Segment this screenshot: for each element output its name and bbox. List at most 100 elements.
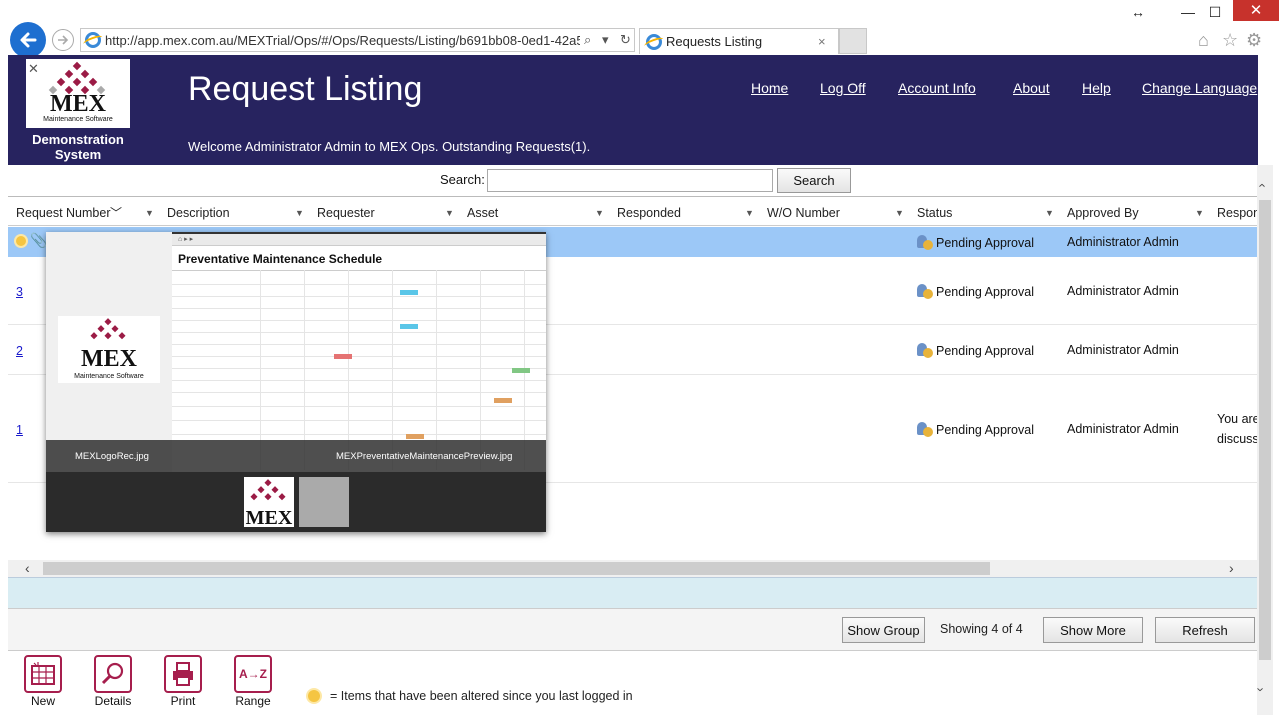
status-cell: Pending Approval — [917, 343, 1034, 358]
thumbnail-schedule[interactable] — [299, 477, 349, 527]
col-response[interactable]: Respon — [1217, 206, 1257, 220]
forward-arrow-icon — [58, 35, 69, 45]
scroll-right-icon[interactable]: › — [1229, 560, 1234, 576]
col-responded[interactable]: Responded — [617, 206, 681, 220]
logo-text: MEX — [50, 91, 106, 117]
col-description[interactable]: Description — [167, 206, 230, 220]
svg-text:MEX: MEX — [246, 507, 293, 527]
browser-tab[interactable]: Requests Listing × — [639, 28, 839, 54]
caption-logo-filename: MEXLogoRec.jpg — [75, 451, 149, 462]
pending-approval-icon — [917, 343, 933, 358]
filter-icon[interactable]: ▼ — [295, 208, 304, 218]
status-cell: Pending Approval — [917, 422, 1034, 437]
show-more-button[interactable]: Show More — [1043, 617, 1143, 643]
approved-by-cell: Administrator Admin — [1067, 235, 1179, 249]
pending-approval-icon — [917, 235, 933, 250]
col-requester[interactable]: Requester — [317, 206, 375, 220]
range-button[interactable]: A→Z — [234, 655, 272, 693]
col-approved-by[interactable]: Approved By — [1067, 206, 1139, 220]
filter-icon[interactable]: ▼ — [1195, 208, 1204, 218]
window-close-button[interactable]: ✕ — [1233, 0, 1279, 21]
details-button[interactable] — [94, 655, 132, 693]
forward-button[interactable] — [52, 29, 74, 51]
magnifier-icon — [101, 662, 124, 685]
grid-divider — [8, 196, 1257, 197]
col-wo-number[interactable]: W/O Number — [767, 206, 840, 220]
vertical-scroll-thumb[interactable] — [1259, 200, 1271, 660]
logo-subtext: Maintenance Software — [43, 116, 113, 123]
tab-title: Requests Listing — [666, 34, 763, 49]
approved-by-cell: Administrator Admin — [1067, 284, 1179, 298]
back-arrow-icon — [20, 32, 37, 48]
dropdown-icon[interactable]: ▾ — [602, 32, 616, 48]
print-label: Print — [170, 694, 196, 708]
approved-by-cell: Administrator Admin — [1067, 343, 1179, 357]
new-grid-icon — [31, 662, 55, 685]
maximize-button[interactable]: ☐ — [1203, 2, 1227, 22]
filter-icon[interactable]: ▼ — [145, 208, 154, 218]
response-cell-line1: You are — [1217, 412, 1257, 426]
url-text[interactable]: http://app.mex.com.au/MEXTrial/Ops/#/Ops… — [105, 33, 580, 48]
sort-chevron-icon[interactable]: ﹀ — [110, 204, 122, 221]
search-input[interactable] — [487, 169, 773, 192]
print-button[interactable] — [164, 655, 202, 693]
legend-text: = Items that have been altered since you… — [330, 689, 633, 703]
filter-icon[interactable]: ▼ — [745, 208, 754, 218]
window-resize-icon[interactable]: ↔ — [1128, 2, 1148, 22]
thumbnail-logo[interactable]: MEX — [244, 477, 294, 529]
legend: = Items that have been altered since you… — [308, 689, 633, 703]
scroll-down-icon[interactable]: › — [1254, 687, 1269, 691]
request-number-link[interactable]: 3 — [16, 285, 23, 299]
nav-account-info[interactable]: Account Info — [898, 80, 976, 96]
horizontal-scroll-thumb[interactable] — [43, 562, 990, 575]
filter-icon[interactable]: ▼ — [895, 208, 904, 218]
new-button[interactable] — [24, 655, 62, 693]
svg-text:Maintenance Software: Maintenance Software — [74, 373, 144, 380]
pending-approval-icon — [917, 284, 933, 299]
back-button[interactable] — [10, 22, 46, 58]
mex-logo-mark-icon: MEX Maintenance Software — [74, 318, 144, 380]
preview-pane-schedule[interactable]: ⌂ ▸ ▸ Preventative Maintenance Schedule — [172, 234, 546, 472]
refresh-button[interactable]: Refresh — [1155, 617, 1255, 643]
ie-tab-icon — [646, 33, 662, 50]
page-title: Request Listing — [188, 70, 423, 108]
scroll-left-icon[interactable]: ‹ — [25, 560, 30, 576]
status-text: Pending Approval — [936, 422, 1034, 437]
logo-close-icon[interactable]: ✕ — [28, 61, 39, 77]
show-group-button[interactable]: Show Group — [842, 617, 925, 643]
settings-gear-icon[interactable]: ⚙ — [1246, 30, 1262, 51]
request-number-link[interactable]: 1 — [16, 423, 23, 437]
a-to-z-icon: A→Z — [239, 667, 267, 681]
nav-log-off[interactable]: Log Off — [820, 80, 866, 96]
filter-icon[interactable]: ▼ — [595, 208, 604, 218]
printer-icon — [173, 662, 193, 686]
mex-logo-thumb-icon: MEX — [246, 479, 293, 529]
col-request-number[interactable]: Request Number — [16, 206, 111, 220]
altered-sun-icon — [308, 690, 320, 702]
minimize-button[interactable]: — — [1176, 2, 1200, 22]
col-status[interactable]: Status — [917, 206, 952, 220]
filter-icon[interactable]: ▼ — [1045, 208, 1054, 218]
address-bar[interactable]: http://app.mex.com.au/MEXTrial/Ops/#/Ops… — [80, 28, 635, 52]
scroll-up-icon[interactable]: › — [1254, 183, 1269, 187]
nav-about[interactable]: About — [1013, 80, 1050, 96]
nav-help[interactable]: Help — [1082, 80, 1111, 96]
refresh-icon[interactable]: ↻ — [620, 32, 634, 48]
record-count: Showing 4 of 4 — [940, 622, 1023, 636]
tab-close-icon[interactable]: × — [818, 34, 838, 49]
search-button[interactable]: Search — [777, 168, 851, 193]
nav-home[interactable]: Home — [751, 80, 788, 96]
nav-change-language[interactable]: Change Language — [1142, 80, 1257, 96]
svg-text:MEX: MEX — [81, 346, 138, 372]
preview-doc-title: Preventative Maintenance Schedule — [178, 252, 383, 266]
home-icon[interactable]: ⌂ — [1198, 30, 1209, 51]
col-asset[interactable]: Asset — [467, 206, 498, 220]
filter-icon[interactable]: ▼ — [445, 208, 454, 218]
request-number-link[interactable]: 2 — [16, 344, 23, 358]
group-by-area — [8, 577, 1257, 608]
search-icon[interactable]: ⌕ — [584, 32, 598, 48]
attachment-paperclip-icon[interactable]: 📎 — [30, 232, 47, 249]
favorites-star-icon[interactable]: ☆ — [1222, 30, 1238, 51]
status-text: Pending Approval — [936, 343, 1034, 358]
new-tab-button[interactable] — [839, 28, 867, 54]
